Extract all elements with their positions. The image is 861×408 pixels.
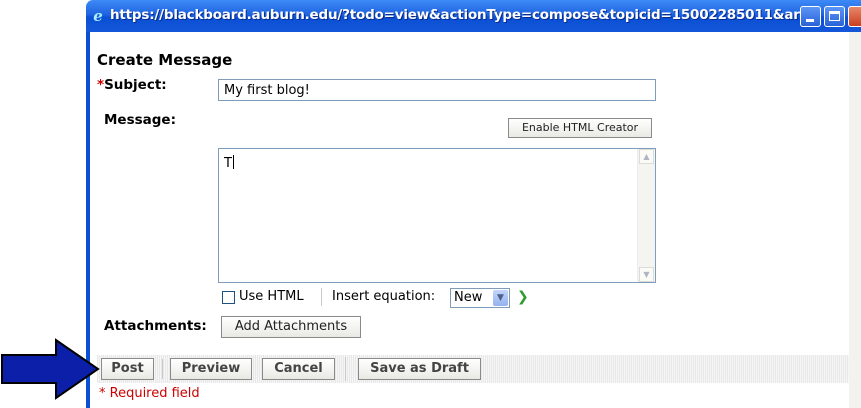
use-html-checkbox[interactable] — [222, 291, 235, 304]
use-html-label: Use HTML — [239, 289, 304, 304]
window-title: https://blackboard.auburn.edu/?todo=view… — [110, 7, 800, 23]
equation-select-value: New — [454, 290, 483, 305]
message-textarea[interactable]: T ▲ ▼ — [218, 148, 656, 283]
textarea-scrollbar[interactable]: ▲ ▼ — [637, 149, 655, 282]
message-text: T — [224, 155, 234, 171]
attachments-label: Attachments: — [104, 318, 207, 334]
maximize-icon — [829, 11, 840, 21]
subject-input[interactable]: My first blog! — [218, 79, 656, 101]
message-label: Message: — [104, 112, 176, 128]
subject-input-value: My first blog! — [224, 83, 310, 98]
equation-select[interactable]: New ▼ — [450, 288, 510, 308]
add-attachments-button[interactable]: Add Attachments — [221, 316, 361, 338]
text-caret — [232, 155, 234, 169]
scroll-up-icon[interactable]: ▲ — [639, 149, 654, 164]
green-arrow-icon[interactable]: ❯ — [517, 289, 529, 305]
divider — [321, 288, 322, 306]
message-value: T — [224, 156, 232, 171]
ie-icon: e — [93, 7, 103, 25]
page-title: Create Message — [97, 51, 233, 69]
subject-label: *Subject: — [97, 77, 167, 93]
preview-button[interactable]: Preview — [170, 358, 252, 380]
divider — [162, 359, 163, 379]
subject-label-text: Subject: — [104, 77, 167, 93]
required-mark: * — [97, 77, 105, 93]
insert-equation-label: Insert equation: — [332, 289, 436, 304]
minimize-button[interactable] — [800, 6, 821, 27]
chevron-down-icon[interactable]: ▼ — [493, 290, 508, 306]
window-titlebar[interactable]: e https://blackboard.auburn.edu/?todo=vi… — [86, 0, 861, 32]
minimize-icon — [806, 19, 814, 22]
required-field-note: * Required field — [99, 386, 200, 401]
post-button[interactable]: Post — [101, 358, 154, 380]
maximize-button[interactable] — [824, 6, 845, 27]
divider — [345, 357, 346, 381]
scroll-down-icon[interactable]: ▼ — [639, 267, 654, 282]
cancel-button[interactable]: Cancel — [262, 358, 335, 380]
blue-pointer-arrow — [1, 338, 100, 400]
save-as-draft-button[interactable]: Save as Draft — [358, 358, 481, 380]
page-scrollbar[interactable] — [849, 32, 861, 408]
enable-html-creator-button[interactable]: Enable HTML Creator — [508, 118, 652, 138]
close-button[interactable] — [848, 6, 861, 27]
